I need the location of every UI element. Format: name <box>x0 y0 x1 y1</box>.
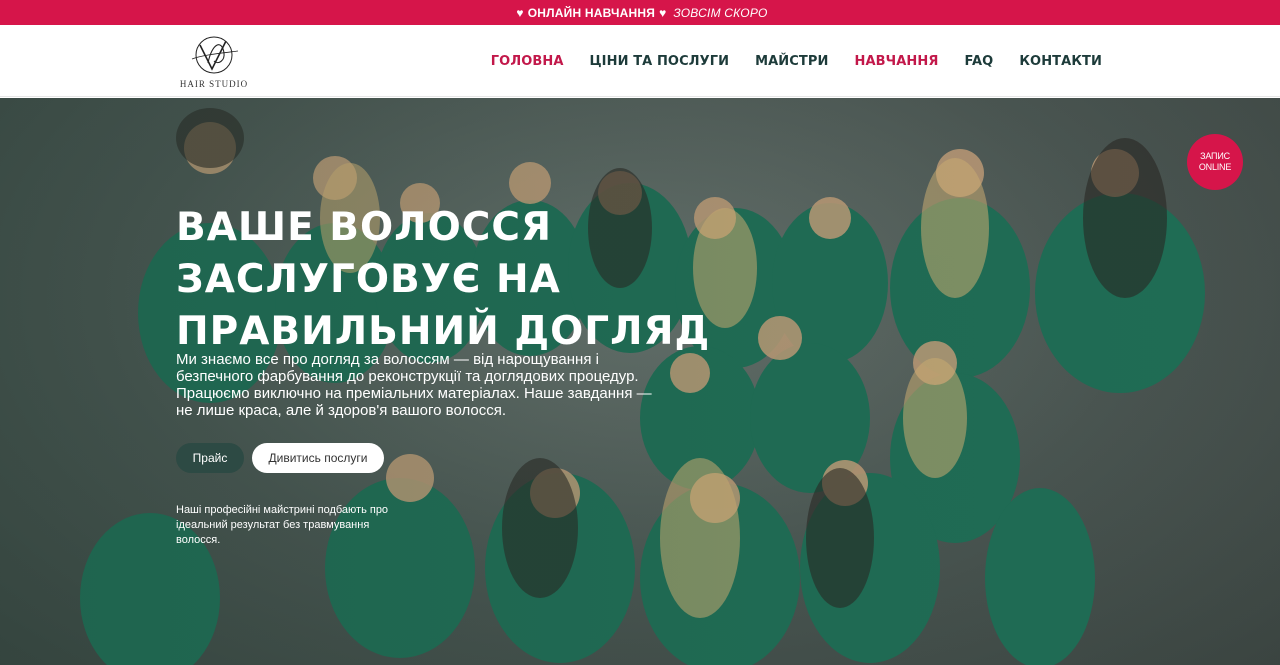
online-booking-badge[interactable]: ЗАПИС ONLINE <box>1187 134 1243 190</box>
promo-bar: ♥ ОНЛАЙН НАВЧАННЯ ♥ ЗОВСІМ СКОРО <box>0 0 1280 25</box>
hero-title-line: ЗАСЛУГОВУЄ НА <box>176 257 561 302</box>
nav-item-faq[interactable]: FAQ <box>965 54 994 69</box>
promo-coming-soon: ЗОВСІМ СКОРО <box>673 5 768 20</box>
badge-line: ONLINE <box>1198 162 1232 172</box>
hero-title-line: ВАШЕ ВОЛОССЯ <box>176 205 553 250</box>
logo-monogram-icon <box>191 36 239 74</box>
hero-title: ВАШЕ ВОЛОССЯ ЗАСЛУГОВУЄ НА ПРАВИЛЬНИЙ ДО… <box>176 202 736 358</box>
heart-icon: ♥ <box>516 5 524 20</box>
nav-item-masters[interactable]: МАЙСТРИ <box>755 54 828 69</box>
promo-online-learning[interactable]: ОНЛАЙН НАВЧАННЯ <box>528 6 655 20</box>
nav-item-education[interactable]: НАВЧАННЯ <box>855 54 939 69</box>
hero-title-line: ПРАВИЛЬНИЙ ДОГЛЯД <box>176 309 711 354</box>
price-button[interactable]: Прайс <box>176 443 244 473</box>
nav-item-home[interactable]: ГОЛОВНА <box>491 54 564 69</box>
nav-item-prices[interactable]: ЦІНИ ТА ПОСЛУГИ <box>590 54 730 69</box>
site-header: HAIR STUDIO ГОЛОВНА ЦІНИ ТА ПОСЛУГИ МАЙС… <box>0 25 1280 97</box>
logo-text: HAIR STUDIO <box>179 79 249 89</box>
logo[interactable]: HAIR STUDIO <box>176 33 252 91</box>
heart-icon: ♥ <box>659 5 667 20</box>
view-services-button[interactable]: Дивитись послуги <box>252 443 384 473</box>
badge-line: ЗАПИС <box>1200 151 1230 161</box>
hero-description: Ми знаємо все про догляд за волоссям — в… <box>176 351 652 419</box>
main-nav: ГОЛОВНА ЦІНИ ТА ПОСЛУГИ МАЙСТРИ НАВЧАННЯ… <box>491 25 1102 97</box>
hero-note: Наші професійні майстрині подбають про і… <box>176 504 389 546</box>
hero-section: ВАШЕ ВОЛОССЯ ЗАСЛУГОВУЄ НА ПРАВИЛЬНИЙ ДО… <box>0 98 1280 665</box>
nav-item-contacts[interactable]: КОНТАКТИ <box>1019 54 1102 69</box>
